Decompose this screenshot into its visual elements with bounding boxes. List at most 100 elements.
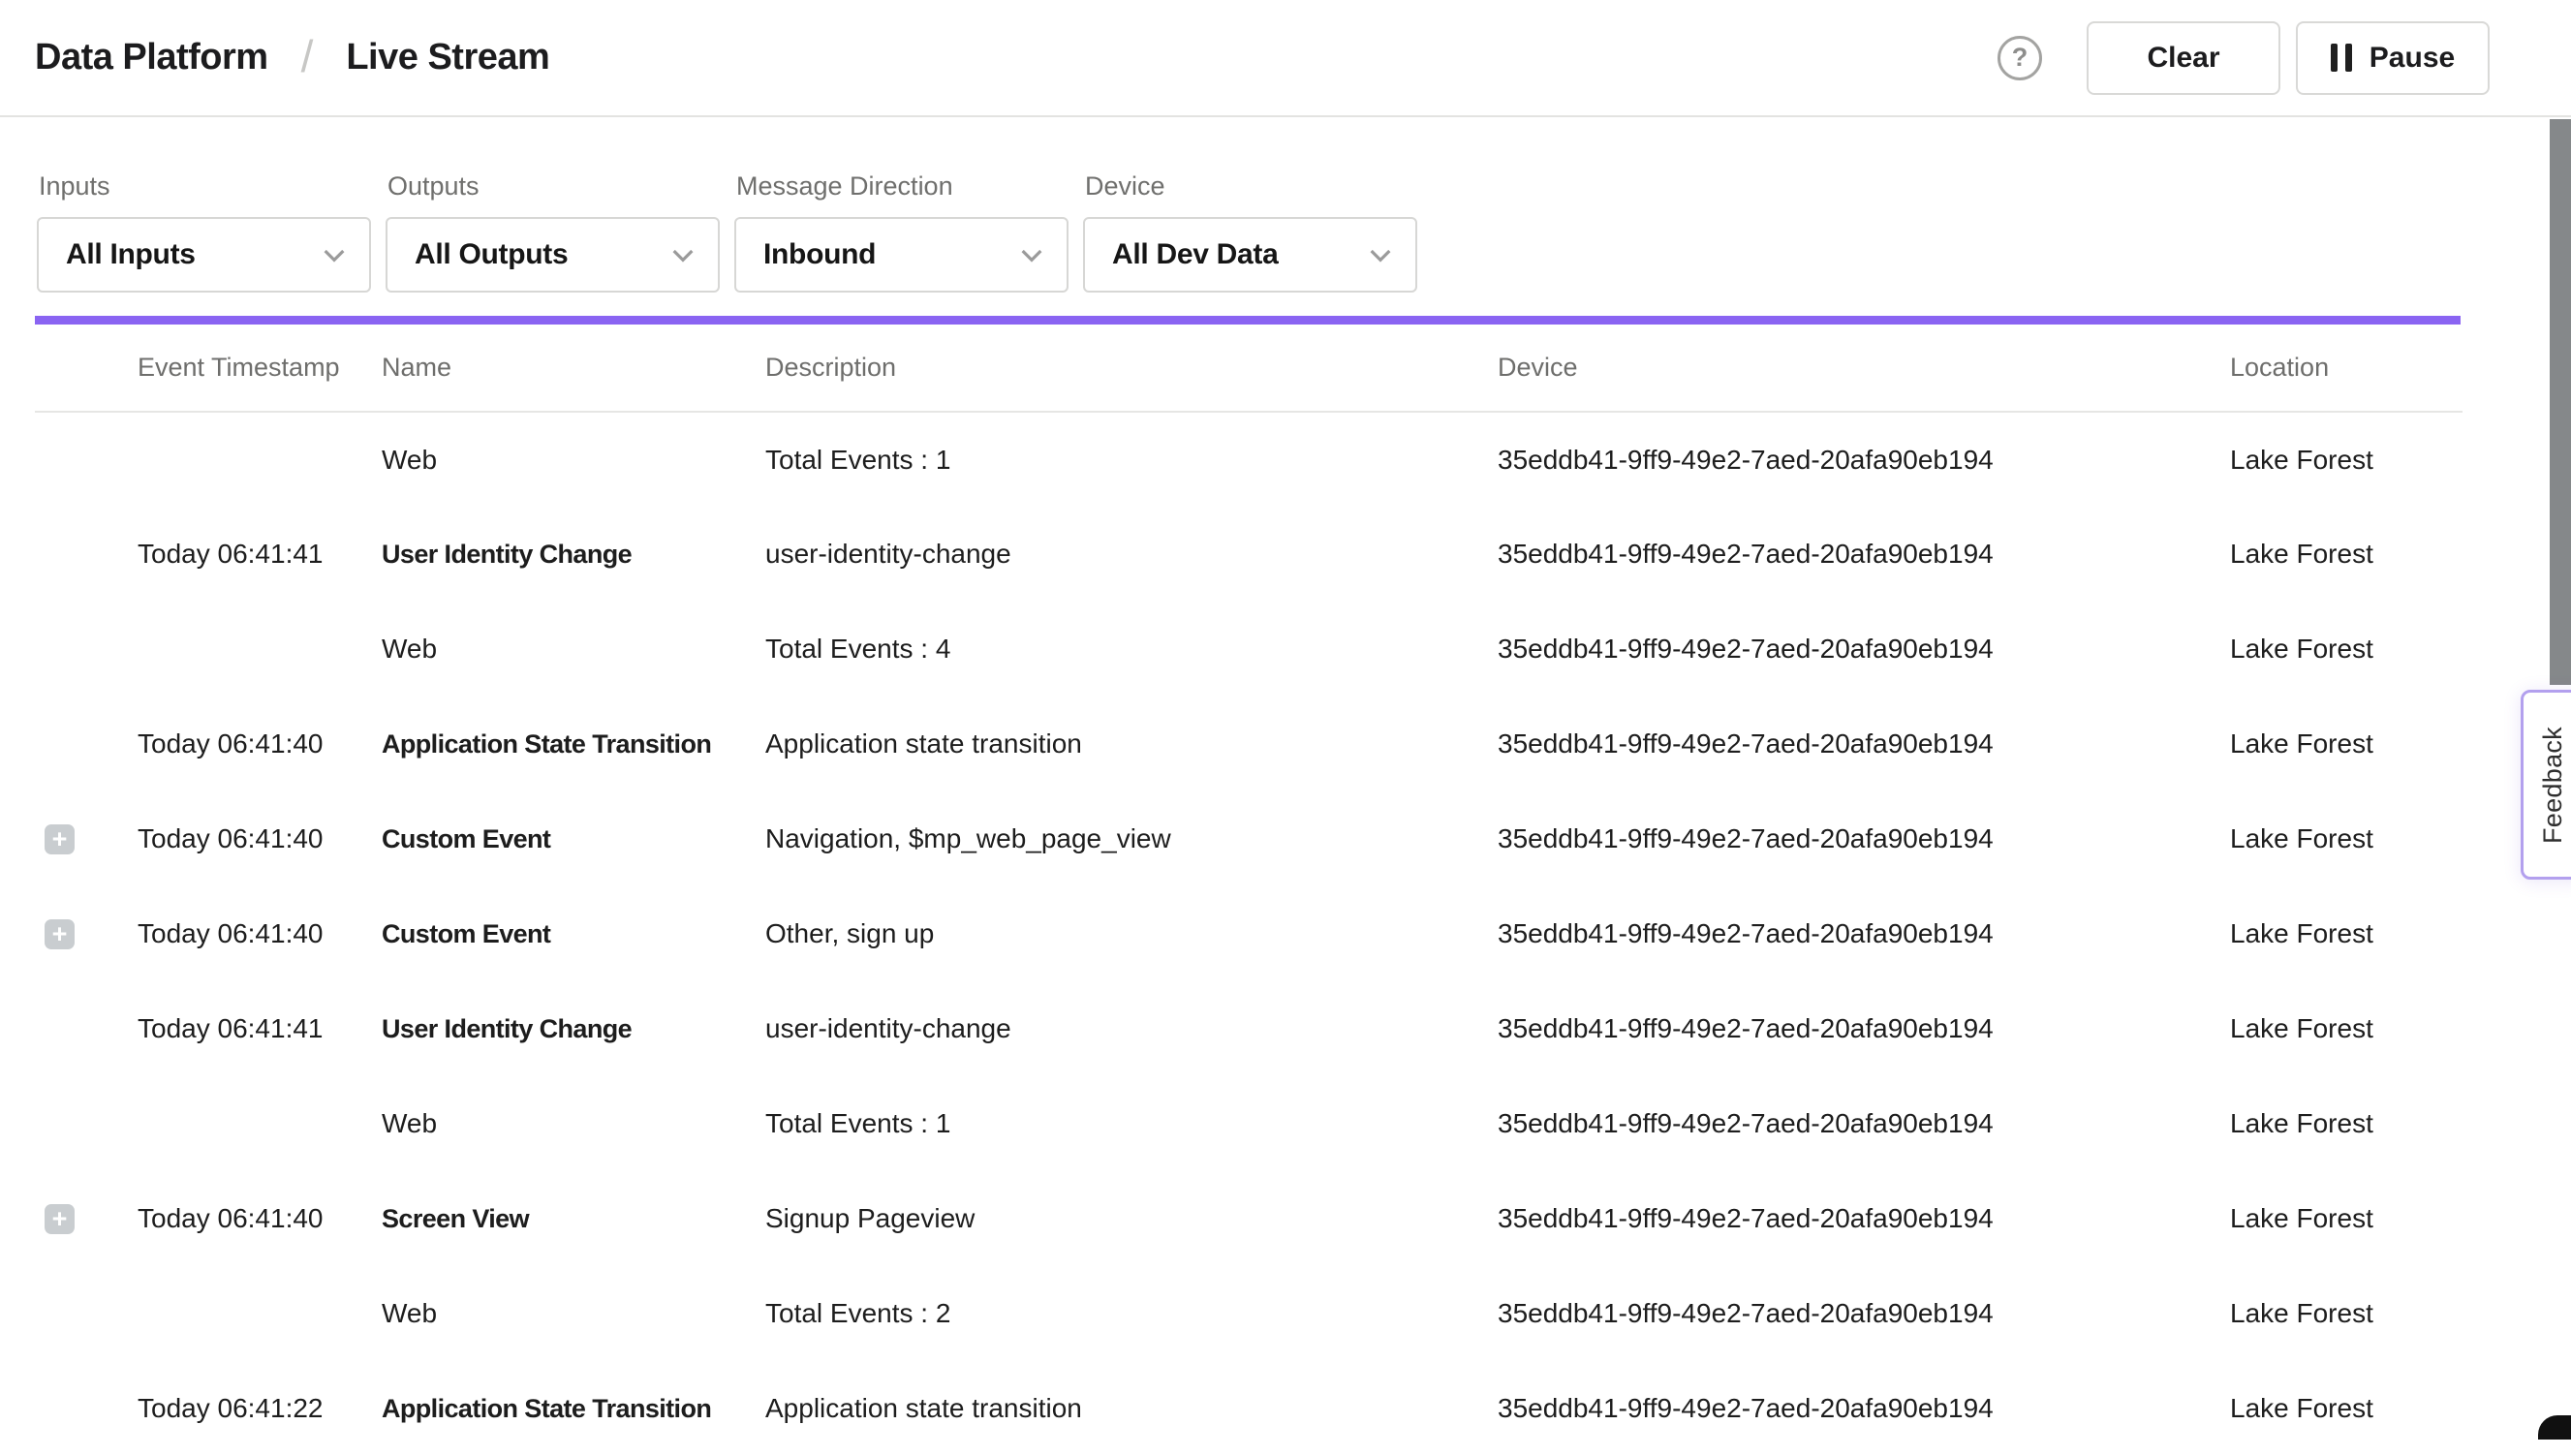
clear-button[interactable]: Clear: [2087, 21, 2280, 95]
event-device: 35eddb41-9ff9-49e2-7aed-20afa90eb194: [1498, 1171, 2230, 1266]
event-name: User Identity Change: [382, 981, 765, 1076]
event-description: Total Events : 2: [765, 1266, 1498, 1361]
expand-cell: [35, 1361, 138, 1456]
outputs-dropdown[interactable]: All Outputs: [386, 217, 720, 293]
event-table-body: WebTotal Events : 135eddb41-9ff9-49e2-7a…: [35, 412, 2463, 1456]
event-timestamp: Today 06:41:40: [138, 886, 382, 981]
event-location: Lake Forest: [2230, 1076, 2463, 1171]
table-row[interactable]: +Today 06:41:40Custom EventOther, sign u…: [35, 886, 2463, 981]
filter-device-label: Device: [1085, 171, 1417, 201]
filter-outputs-label: Outputs: [387, 171, 720, 201]
event-name: Web: [382, 1076, 765, 1171]
breadcrumb-data-platform[interactable]: Data Platform: [35, 37, 268, 78]
help-icon[interactable]: ?: [1998, 36, 2042, 80]
inputs-dropdown[interactable]: All Inputs: [37, 217, 371, 293]
filter-inputs: Inputs All Inputs: [37, 171, 371, 293]
filter-bar: Inputs All Inputs Outputs All Outputs Me…: [0, 117, 2571, 293]
live-stream-table: Event Timestamp Name Description Device …: [35, 325, 2461, 1456]
filter-message-direction-label: Message Direction: [736, 171, 1069, 201]
event-name: Web: [382, 1266, 765, 1361]
event-description: Application state transition: [765, 1361, 1498, 1456]
event-timestamp: [138, 412, 382, 507]
chat-widget-corner[interactable]: [2538, 1415, 2571, 1440]
column-header-location: Location: [2230, 325, 2463, 412]
table-row[interactable]: Today 06:41:41User Identity Changeuser-i…: [35, 507, 2463, 602]
event-description: user-identity-change: [765, 507, 1498, 602]
event-timestamp: Today 06:41:22: [138, 1361, 382, 1456]
event-name: Web: [382, 412, 765, 507]
event-description: Navigation, $mp_web_page_view: [765, 791, 1498, 886]
chevron-down-icon: [1016, 239, 1047, 270]
expand-row-button[interactable]: +: [45, 824, 75, 854]
expand-cell: [35, 507, 138, 602]
expand-cell: [35, 1266, 138, 1361]
event-name: Custom Event: [382, 886, 765, 981]
expand-cell: +: [35, 1171, 138, 1266]
event-timestamp: Today 06:41:40: [138, 1171, 382, 1266]
event-location: Lake Forest: [2230, 1266, 2463, 1361]
event-description: user-identity-change: [765, 981, 1498, 1076]
expand-row-button[interactable]: +: [45, 919, 75, 949]
event-description: Signup Pageview: [765, 1171, 1498, 1266]
event-timestamp: Today 06:41:41: [138, 507, 382, 602]
top-bar: Data Platform / Live Stream ? Clear Paus…: [0, 0, 2571, 117]
event-device: 35eddb41-9ff9-49e2-7aed-20afa90eb194: [1498, 602, 2230, 697]
event-timestamp: [138, 1266, 382, 1361]
expand-cell: [35, 1076, 138, 1171]
chevron-down-icon: [319, 239, 350, 270]
table-row[interactable]: + Today 06:41:40Screen ViewSignup Pagevie…: [35, 1171, 2463, 1266]
event-timestamp: Today 06:41:40: [138, 791, 382, 886]
event-device: 35eddb41-9ff9-49e2-7aed-20afa90eb194: [1498, 697, 2230, 791]
event-location: Lake Forest: [2230, 412, 2463, 507]
page-title: Live Stream: [346, 37, 549, 78]
event-name: Application State Transition: [382, 697, 765, 791]
event-location: Lake Forest: [2230, 886, 2463, 981]
event-device: 35eddb41-9ff9-49e2-7aed-20afa90eb194: [1498, 1076, 2230, 1171]
event-description: Total Events : 1: [765, 412, 1498, 507]
inputs-dropdown-value: All Inputs: [66, 238, 196, 271]
filter-outputs: Outputs All Outputs: [386, 171, 720, 293]
column-header-device: Device: [1498, 325, 2230, 412]
feedback-tab[interactable]: Feedback: [2521, 690, 2571, 880]
breadcrumb-separator: /: [301, 30, 314, 82]
event-location: Lake Forest: [2230, 1171, 2463, 1266]
breadcrumb: Data Platform / Live Stream: [35, 32, 549, 84]
event-name: Screen View: [382, 1171, 765, 1266]
vertical-scrollbar-thumb[interactable]: [2550, 119, 2571, 685]
table-row[interactable]: Today 06:41:22Application State Transiti…: [35, 1361, 2463, 1456]
message-direction-dropdown[interactable]: Inbound: [734, 217, 1069, 293]
chevron-down-icon: [1365, 239, 1396, 270]
pause-button[interactable]: Pause: [2296, 21, 2490, 95]
event-timestamp: Today 06:41:41: [138, 981, 382, 1076]
table-row[interactable]: WebTotal Events : 135eddb41-9ff9-49e2-7a…: [35, 1076, 2463, 1171]
message-direction-dropdown-value: Inbound: [763, 238, 876, 271]
event-description: Total Events : 4: [765, 602, 1498, 697]
event-timestamp: Today 06:41:40: [138, 697, 382, 791]
event-device: 35eddb41-9ff9-49e2-7aed-20afa90eb194: [1498, 507, 2230, 602]
expand-cell: [35, 981, 138, 1076]
table-row[interactable]: WebTotal Events : 235eddb41-9ff9-49e2-7a…: [35, 1266, 2463, 1361]
table-row[interactable]: Today 06:41:41User Identity Changeuser-i…: [35, 981, 2463, 1076]
table-row[interactable]: + Today 06:41:40Custom EventNavigation, $…: [35, 791, 2463, 886]
device-dropdown[interactable]: All Dev Data: [1083, 217, 1417, 293]
event-name: Application State Transition: [382, 1361, 765, 1456]
filter-device: Device All Dev Data: [1083, 171, 1417, 293]
event-name: Web: [382, 602, 765, 697]
table-row[interactable]: WebTotal Events : 135eddb41-9ff9-49e2-7a…: [35, 412, 2463, 507]
event-location: Lake Forest: [2230, 981, 2463, 1076]
table-header-row: Event Timestamp Name Description Device …: [35, 325, 2463, 412]
event-device: 35eddb41-9ff9-49e2-7aed-20afa90eb194: [1498, 412, 2230, 507]
table-row[interactable]: WebTotal Events : 435eddb41-9ff9-49e2-7a…: [35, 602, 2463, 697]
event-timestamp: [138, 1076, 382, 1171]
column-header-expand: [35, 325, 138, 412]
table-row[interactable]: Today 06:41:40Application State Transiti…: [35, 697, 2463, 791]
event-name: Custom Event: [382, 791, 765, 886]
event-description: Application state transition: [765, 697, 1498, 791]
expand-row-button[interactable]: +: [45, 1204, 75, 1234]
event-name: User Identity Change: [382, 507, 765, 602]
event-device: 35eddb41-9ff9-49e2-7aed-20afa90eb194: [1498, 1266, 2230, 1361]
expand-cell: [35, 602, 138, 697]
outputs-dropdown-value: All Outputs: [415, 238, 568, 271]
event-location: Lake Forest: [2230, 507, 2463, 602]
device-dropdown-value: All Dev Data: [1112, 238, 1278, 271]
